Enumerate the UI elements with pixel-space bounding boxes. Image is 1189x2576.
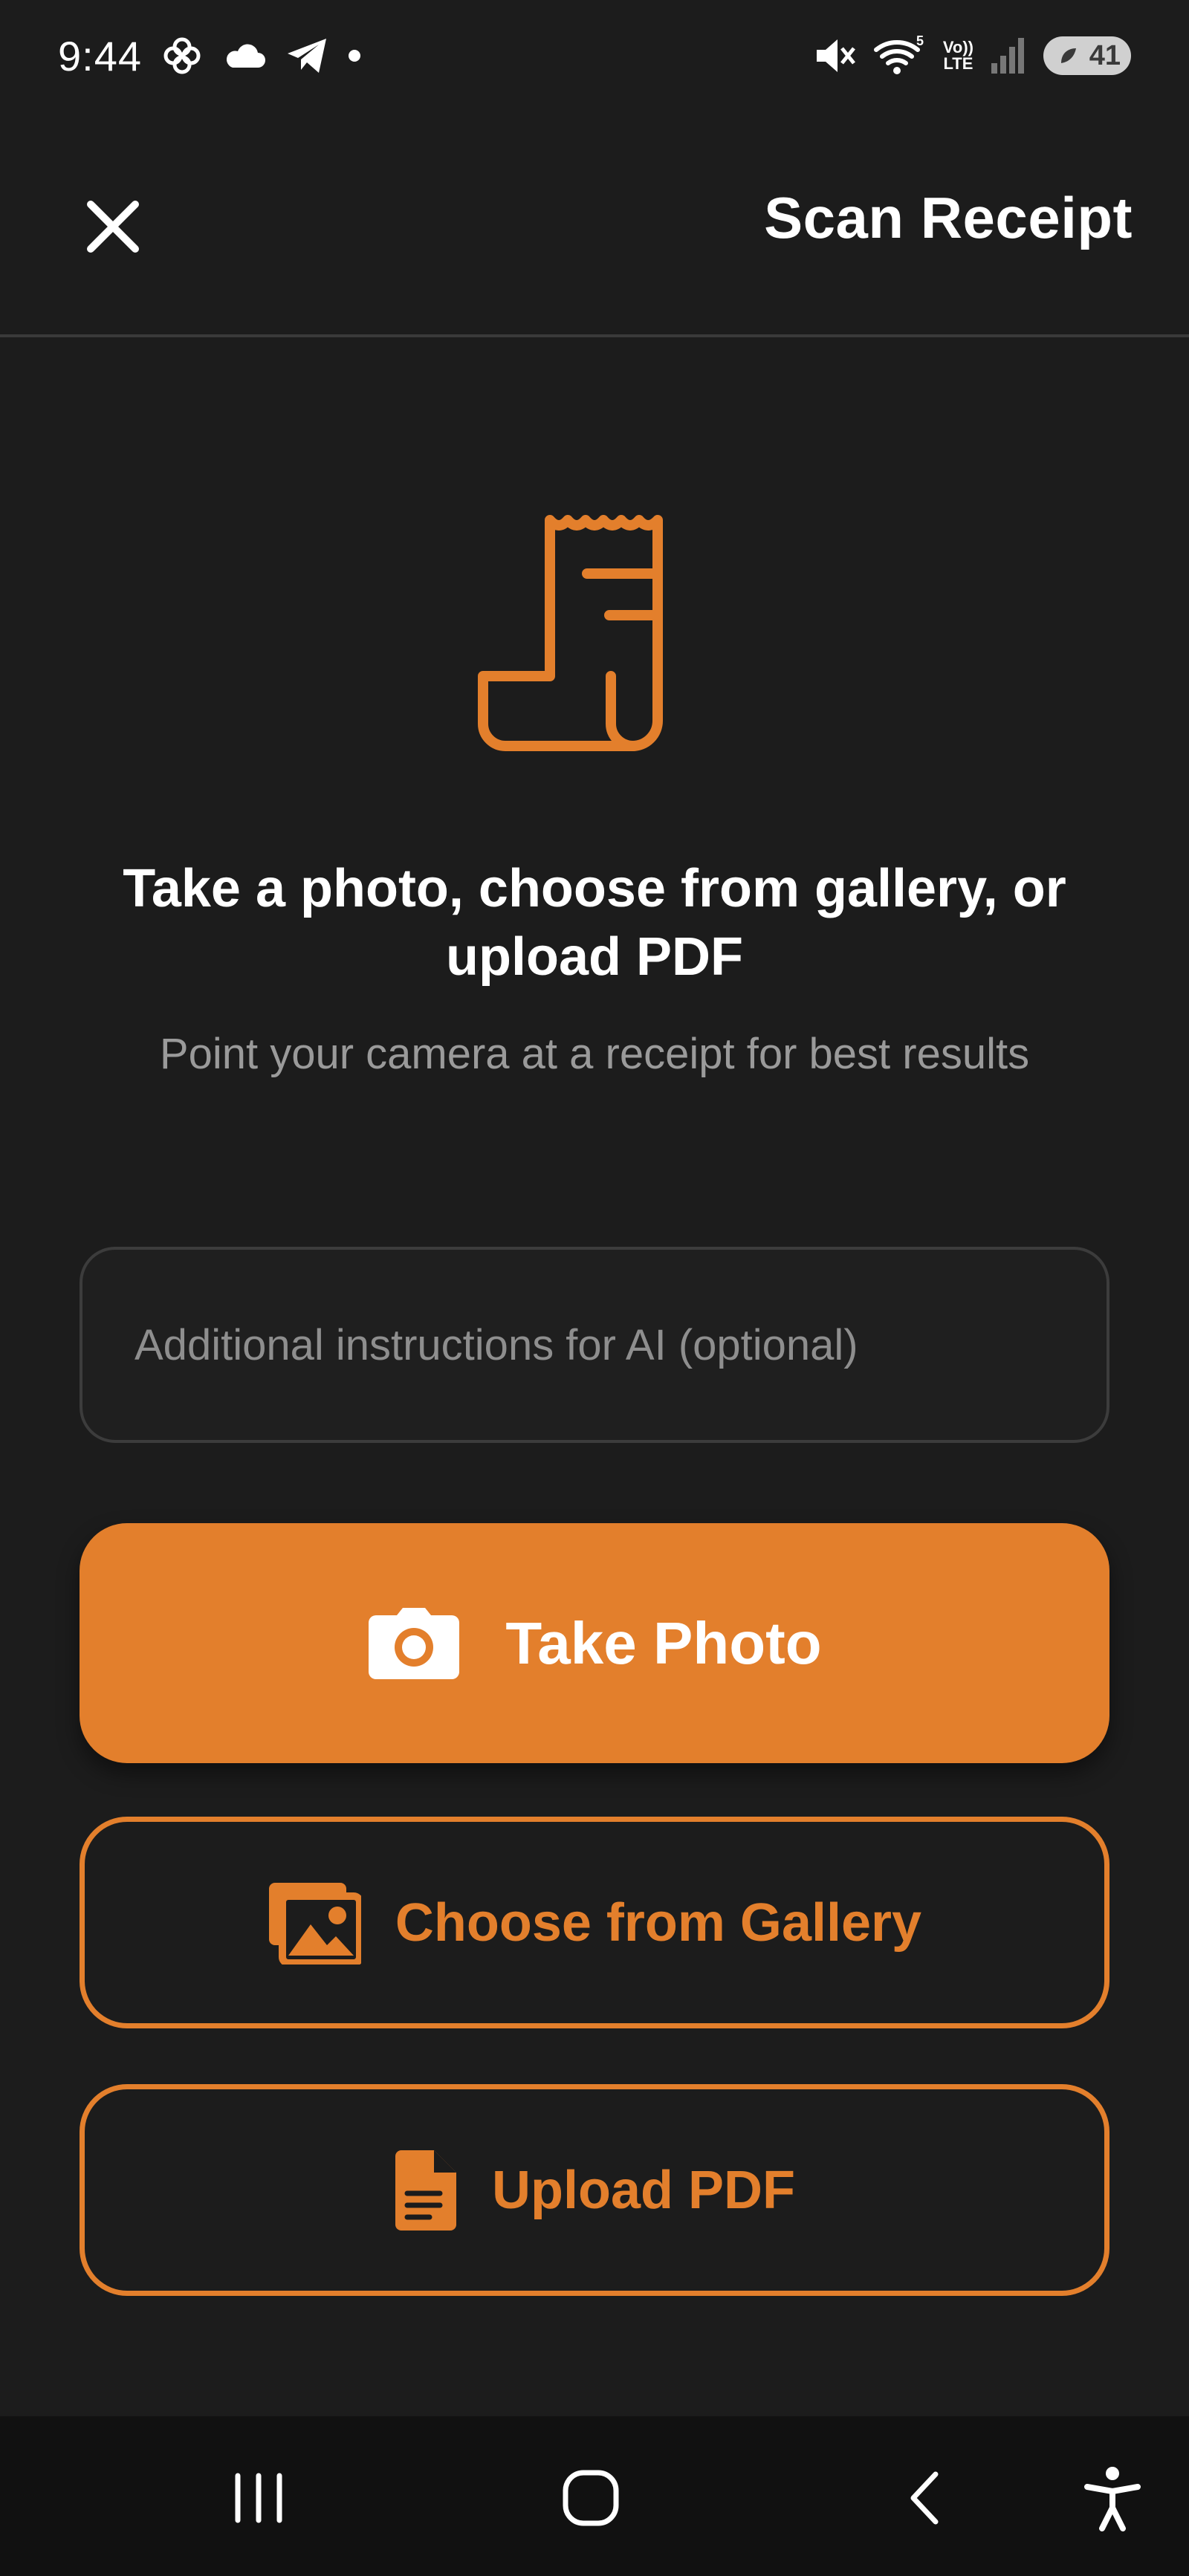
choose-from-gallery-label: Choose from Gallery (395, 1892, 922, 1953)
page-title: Scan Receipt (764, 185, 1133, 250)
cloud-icon (222, 41, 267, 71)
upload-pdf-button[interactable]: Upload PDF (80, 2084, 1109, 2296)
accessibility-icon (1084, 2467, 1141, 2531)
network-label: Vo)) LTE (943, 39, 973, 72)
app-header: Scan Receipt (0, 111, 1189, 337)
status-bar: 9:44 5 Vo)) LTE 41 (0, 0, 1189, 111)
network-label-bottom: LTE (943, 54, 973, 73)
pinwheel-icon (161, 35, 203, 77)
close-icon (87, 201, 139, 253)
status-time: 9:44 (58, 32, 142, 80)
camera-icon (369, 1607, 460, 1679)
take-photo-button[interactable]: Take Photo (80, 1523, 1109, 1763)
network-label-top: Vo)) (942, 38, 973, 56)
home-button[interactable] (546, 2461, 635, 2535)
back-button[interactable] (881, 2461, 970, 2535)
signal-icon (990, 36, 1027, 75)
home-icon (563, 2470, 619, 2526)
wifi-icon: 5 (873, 35, 927, 77)
status-left: 9:44 (58, 32, 362, 80)
back-icon (910, 2471, 939, 2525)
recent-apps-icon (235, 2473, 282, 2523)
status-right: 5 Vo)) LTE 41 (814, 35, 1131, 77)
headline: Take a photo, choose from gallery, or up… (123, 859, 1066, 987)
accessibility-button[interactable] (1068, 2461, 1157, 2535)
file-icon (395, 2150, 456, 2231)
recent-apps-button[interactable] (214, 2461, 303, 2535)
battery-level: 41 (1089, 39, 1121, 71)
scan-receipt-screen: 9:44 5 Vo)) LTE 41 Scan Receipt Take a p… (0, 0, 1189, 2576)
gallery-icon (268, 1882, 361, 1965)
upload-pdf-label: Upload PDF (492, 2160, 795, 2220)
close-button[interactable] (68, 182, 158, 271)
instructions-input[interactable] (80, 1247, 1109, 1443)
choose-from-gallery-button[interactable]: Choose from Gallery (80, 1817, 1109, 2028)
battery-icon: 41 (1043, 36, 1131, 75)
telegram-icon (286, 37, 328, 74)
system-nav-bar (0, 2416, 1189, 2576)
dot-icon (347, 48, 362, 63)
receipt-icon (468, 513, 721, 758)
wifi-badge: 5 (916, 35, 924, 48)
mute-icon (814, 36, 857, 75)
subtext: Point your camera at a receipt for best … (159, 1030, 1030, 1078)
take-photo-label: Take Photo (505, 1609, 822, 1676)
